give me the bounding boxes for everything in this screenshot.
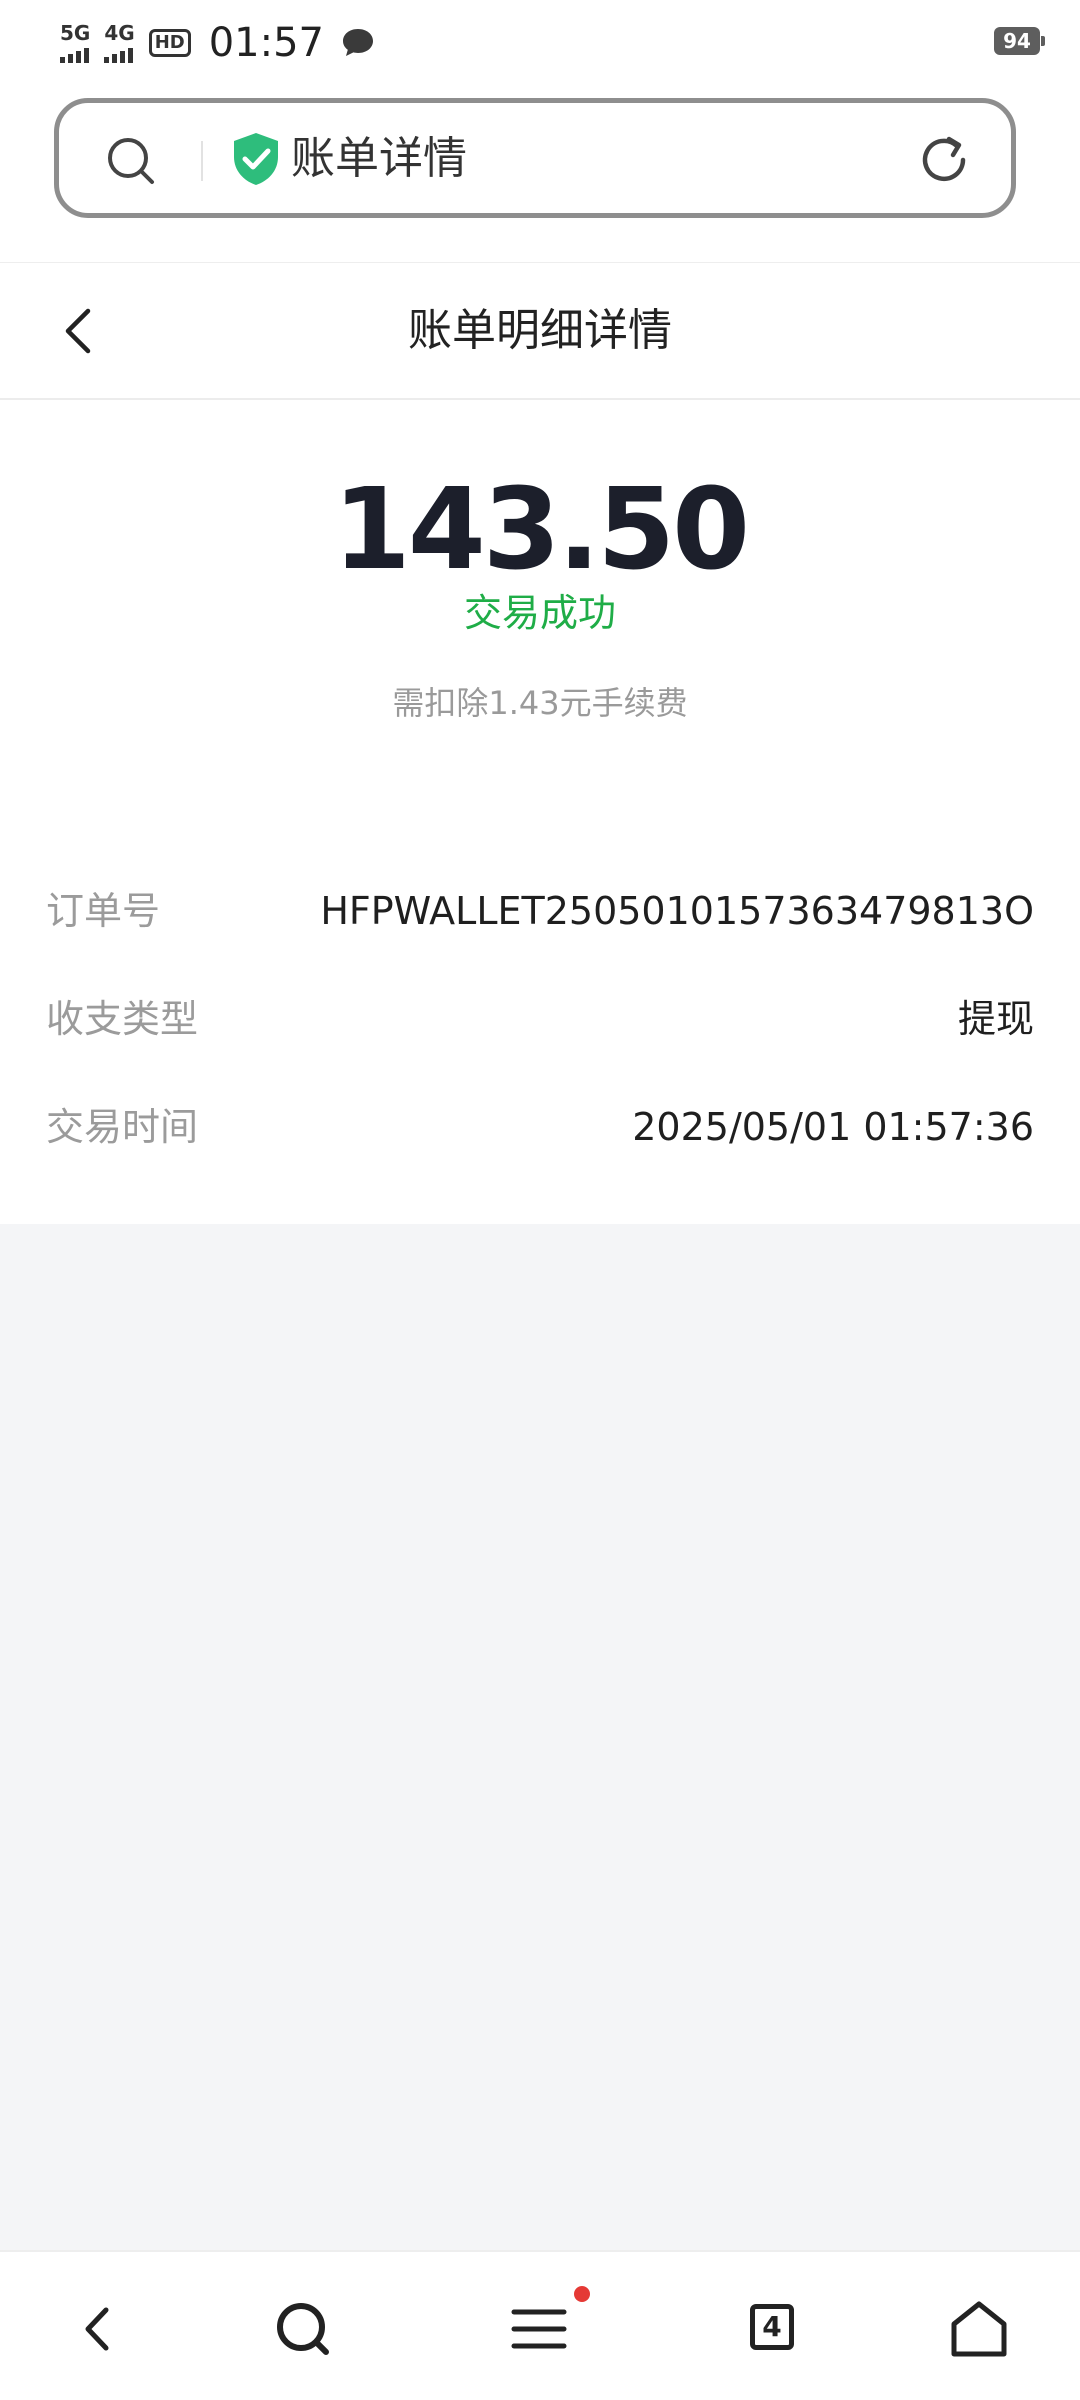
refresh-icon[interactable] [915,131,973,189]
status-left: 5G 4G HD 01:57 [60,18,378,68]
shield-check-icon [234,133,278,185]
tab-count: 4 [762,2310,782,2343]
detail-label: 订单号 [46,889,161,933]
bill-detail-card: 143.50 交易成功 需扣除1.43元手续费 订单号 HFPWALLET250… [0,400,1080,1224]
back-icon[interactable] [64,2294,134,2364]
status-bar: 5G 4G HD 01:57 94 [0,0,1080,90]
menu-icon[interactable] [504,2294,574,2364]
message-bubble-icon [342,29,373,56]
home-icon[interactable] [944,2294,1014,2364]
detail-value: 2025/05/01 01:57:36 [632,1105,1034,1149]
transaction-amount: 143.50 [332,465,750,595]
detail-row-time: 交易时间 2025/05/01 01:57:36 [46,1092,1034,1162]
detail-label: 交易时间 [46,1105,199,1149]
address-bar[interactable]: 账单详情 [54,98,1016,218]
tabs-icon: 4 [750,2304,794,2350]
search-icon[interactable] [103,133,159,189]
tabs-button[interactable]: 4 [740,2294,810,2364]
detail-value: 提现 [957,997,1034,1041]
bottom-navigation: 4 [0,2250,1080,2400]
detail-label: 收支类型 [46,997,199,1041]
signal-4g-label: 4G [104,21,135,45]
signal-bars-icon [60,45,89,63]
address-divider [201,141,203,181]
hd-badge: HD [148,29,191,57]
signal-5g-label: 5G [60,21,91,45]
browser-toolbar: 账单详情 [0,90,1080,262]
signal-bars-icon [104,45,134,63]
fee-note: 需扣除1.43元手续费 [392,684,688,722]
notification-dot [574,2286,590,2302]
search-icon[interactable] [268,2294,338,2364]
signal-4g: 4G [104,21,135,63]
page-title: 账单明细详情 [408,305,672,356]
detail-value[interactable]: HFPWALLET2505010157363479813O [320,886,1034,936]
detail-row-type: 收支类型 提现 [46,984,1034,1054]
detail-row-order-number: 订单号 HFPWALLET2505010157363479813O [46,876,1034,946]
battery-indicator: 94 [994,27,1045,55]
signal-5g: 5G [60,23,90,63]
status-time: 01:57 [208,20,324,66]
transaction-status: 交易成功 [463,591,616,635]
address-title[interactable]: 账单详情 [291,129,467,189]
page-header: 账单明细详情 [0,262,1080,400]
